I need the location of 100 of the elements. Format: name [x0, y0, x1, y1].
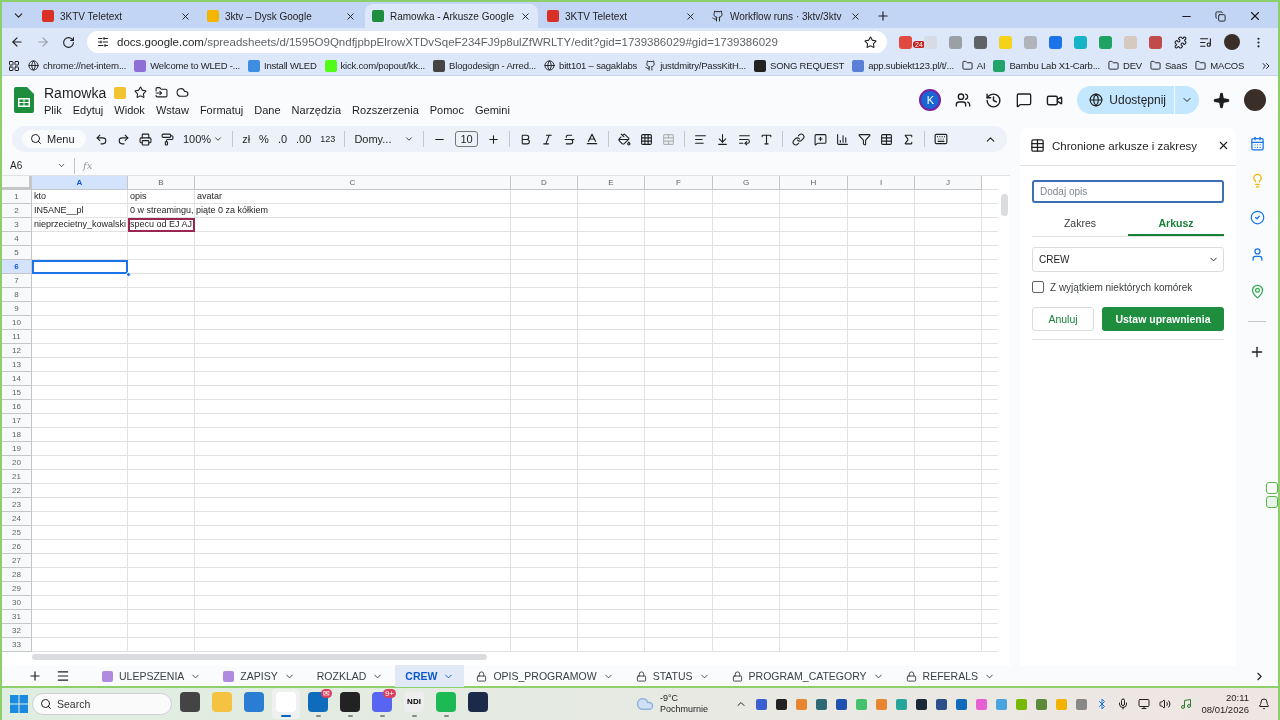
- add-comment-icon[interactable]: [813, 132, 827, 146]
- column-header[interactable]: G: [713, 176, 780, 190]
- extension-icon[interactable]: [1266, 482, 1278, 494]
- currency-format[interactable]: zł: [242, 133, 251, 145]
- row-number[interactable]: 25: [2, 526, 32, 540]
- volume-icon[interactable]: [1159, 698, 1172, 710]
- extension-icon[interactable]: [899, 35, 912, 49]
- cloud-icon[interactable]: [176, 86, 190, 99]
- bookmark[interactable]: app.subiekt123.pl/t/...: [852, 59, 954, 72]
- menu-item[interactable]: Widok: [114, 103, 145, 116]
- browser-tab[interactable]: 3ktv – Dysk Google: [200, 4, 363, 28]
- column-header[interactable]: A: [32, 176, 128, 190]
- strikethrough-icon[interactable]: [562, 132, 576, 146]
- close-icon[interactable]: [1248, 9, 1262, 23]
- row-number[interactable]: 7: [2, 274, 32, 288]
- back-icon[interactable]: [10, 35, 24, 49]
- row-number[interactable]: 6: [2, 260, 32, 274]
- bookmark[interactable]: AI: [961, 60, 986, 71]
- restore-icon[interactable]: [1215, 10, 1226, 22]
- zoom-select[interactable]: 100%: [183, 133, 224, 145]
- column-header[interactable]: C: [195, 176, 511, 190]
- profile-avatar[interactable]: [1244, 89, 1266, 111]
- row-number[interactable]: 26: [2, 540, 32, 554]
- row-number[interactable]: 3: [2, 218, 32, 232]
- extensions-icon[interactable]: [1174, 35, 1187, 49]
- address-bar[interactable]: docs.google.com/spreadsheets/d/1595O9QndfjpbpElrowXTDvSqeF234FJ9p8ulZfWRLTY/edit?gid=1739386029#gid=1739386029: [87, 31, 887, 53]
- menu-item[interactable]: Pomoc: [429, 103, 464, 116]
- sheet-tab[interactable]: ROZKLAD: [306, 665, 394, 687]
- media-controls-icon[interactable]: [1199, 35, 1212, 49]
- sheet-tab[interactable]: ULEPSZENIA: [92, 665, 212, 687]
- collaborator-avatar[interactable]: K: [919, 89, 942, 111]
- menu-item[interactable]: Gemini: [475, 103, 510, 116]
- scrollbar-thumb[interactable]: [1000, 194, 1008, 216]
- tasks-icon[interactable]: [1249, 210, 1265, 225]
- row-number[interactable]: 11: [2, 330, 32, 344]
- tray-icon[interactable]: [776, 698, 788, 710]
- menu-search[interactable]: Menu: [22, 130, 86, 148]
- bookmark[interactable]: MACOS: [1195, 60, 1245, 71]
- redo-icon[interactable]: [117, 132, 130, 146]
- row-number[interactable]: 13: [2, 358, 32, 372]
- link-icon[interactable]: [791, 132, 805, 146]
- align-icon[interactable]: [693, 132, 707, 146]
- close-icon[interactable]: [849, 10, 861, 22]
- weather-widget[interactable]: -9°C Pochmurnie: [660, 693, 709, 715]
- row-number[interactable]: 20: [2, 456, 32, 470]
- bookmark[interactable]: Welcome to WLED -...: [134, 59, 241, 72]
- row-number[interactable]: 17: [2, 414, 32, 428]
- clock[interactable]: 20:11 08/01/2026: [1201, 692, 1249, 716]
- sheet-tab[interactable]: OPIS_PROGRAMOW: [466, 665, 624, 687]
- filter-icon[interactable]: [857, 132, 871, 146]
- browser-tab[interactable]: Ramowka - Arkusze Google: [365, 4, 538, 28]
- sheet-tab[interactable]: CREW: [395, 665, 465, 687]
- row-number[interactable]: 5: [2, 246, 32, 260]
- row-number[interactable]: 10: [2, 316, 32, 330]
- sheet-tab[interactable]: REFERALS: [895, 665, 1006, 687]
- column-header[interactable]: J: [915, 176, 982, 190]
- sheet-tab[interactable]: ZAPISY: [213, 665, 305, 687]
- column-header[interactable]: B: [128, 176, 195, 190]
- fill-handle[interactable]: [126, 272, 131, 277]
- notification-bell-icon[interactable]: [1258, 698, 1270, 710]
- bookmark[interactable]: Install WLED: [248, 59, 317, 72]
- sheet-select[interactable]: CREW: [1032, 247, 1224, 272]
- row-number[interactable]: 16: [2, 400, 32, 414]
- row-number[interactable]: 27: [2, 554, 32, 568]
- percent-format[interactable]: %: [259, 133, 269, 145]
- browser-tab[interactable]: 3KTV Teletext: [539, 4, 703, 28]
- row-number[interactable]: 24: [2, 512, 32, 526]
- caret-icon[interactable]: [404, 134, 415, 144]
- column-header[interactable]: E: [578, 176, 645, 190]
- close-icon[interactable]: [345, 10, 356, 22]
- history-icon[interactable]: [985, 91, 1003, 109]
- reload-icon[interactable]: [62, 35, 75, 49]
- undo-icon[interactable]: [95, 132, 108, 146]
- close-icon[interactable]: [1217, 139, 1230, 152]
- column-header[interactable]: F: [645, 176, 713, 190]
- row-number[interactable]: 1: [2, 190, 32, 204]
- document-title[interactable]: Ramowka: [44, 84, 107, 101]
- text-rotation-icon[interactable]: [759, 132, 773, 146]
- extension-icon[interactable]: [1049, 35, 1062, 49]
- name-box[interactable]: A6: [10, 160, 66, 171]
- caret-icon[interactable]: [213, 134, 224, 144]
- close-icon[interactable]: [180, 10, 191, 22]
- row-number[interactable]: 31: [2, 610, 32, 624]
- taskbar-app-button[interactable]: NDI: [400, 689, 428, 719]
- comment-icon[interactable]: [1016, 92, 1033, 108]
- table-icon[interactable]: [879, 132, 893, 146]
- taskbar-app-button[interactable]: 9+: [368, 689, 396, 719]
- row-number[interactable]: 9: [2, 302, 32, 316]
- bookmark-star-icon[interactable]: [864, 35, 877, 49]
- row-number[interactable]: 19: [2, 442, 32, 456]
- menu-item[interactable]: Dane: [254, 103, 281, 116]
- scrollbar-thumb[interactable]: [32, 654, 487, 660]
- column-header[interactable]: D: [511, 176, 578, 190]
- panel-tab[interactable]: Arkusz: [1128, 211, 1224, 236]
- row-number[interactable]: 23: [2, 498, 32, 512]
- row-number[interactable]: 15: [2, 386, 32, 400]
- contacts-icon[interactable]: [1249, 247, 1265, 262]
- number-format[interactable]: 123: [320, 134, 336, 144]
- bookmark[interactable]: chrome://net-intern...: [28, 60, 127, 71]
- set-permissions-button[interactable]: Ustaw uprawnienia: [1102, 307, 1224, 331]
